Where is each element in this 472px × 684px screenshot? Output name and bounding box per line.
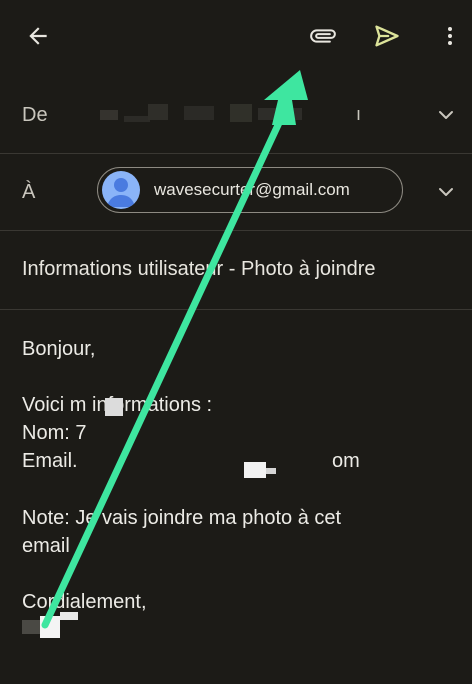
redaction-block bbox=[40, 616, 60, 638]
redaction-block bbox=[244, 462, 266, 478]
back-button[interactable] bbox=[18, 16, 58, 56]
more-vert-icon bbox=[448, 27, 452, 45]
to-label: À bbox=[22, 181, 36, 203]
redaction-block bbox=[100, 110, 118, 120]
redaction-block bbox=[266, 468, 276, 474]
body-name-line: Nom: 7 bbox=[22, 422, 87, 444]
from-address-suffix: ı bbox=[356, 104, 362, 124]
body-email-line-start: Email. bbox=[22, 450, 78, 472]
recipient-chip[interactable]: wavesecurter@gmail.com bbox=[97, 167, 403, 213]
redaction-block bbox=[105, 398, 123, 416]
from-label: De bbox=[22, 104, 48, 126]
chevron-down-icon[interactable] bbox=[434, 103, 458, 127]
person-icon bbox=[107, 178, 135, 207]
send-button[interactable] bbox=[367, 16, 407, 56]
subject-field[interactable]: Informations utilisateur - Photo à joind… bbox=[22, 258, 376, 281]
redaction-block bbox=[258, 108, 302, 120]
arrow-left-icon bbox=[29, 27, 47, 45]
more-options-button[interactable] bbox=[434, 16, 466, 56]
redaction-block bbox=[148, 104, 168, 120]
chevron-down-icon[interactable] bbox=[434, 180, 458, 204]
paperclip-icon bbox=[310, 29, 336, 43]
from-address-redacted[interactable]: ı bbox=[100, 102, 362, 130]
redaction-block bbox=[184, 106, 214, 120]
from-row: De ı bbox=[0, 76, 472, 154]
message-body[interactable]: Bonjour, Voici m informations : Nom: 7 E… bbox=[0, 310, 472, 684]
body-email-line-end: om bbox=[332, 450, 360, 472]
redaction-block bbox=[230, 104, 252, 122]
avatar bbox=[102, 171, 140, 209]
body-note-line-2: email bbox=[22, 535, 70, 557]
send-icon bbox=[375, 25, 399, 47]
body-greeting: Bonjour, bbox=[22, 338, 96, 360]
body-note-line-1: Note: Je vais joindre ma photo à cet bbox=[22, 507, 342, 529]
redaction-block bbox=[22, 620, 42, 634]
attach-button[interactable] bbox=[303, 16, 343, 56]
redaction-block bbox=[124, 116, 150, 122]
body-closing: Cordialement, bbox=[22, 591, 147, 613]
recipient-email: wavesecurter@gmail.com bbox=[154, 180, 350, 199]
redaction-block bbox=[60, 612, 78, 620]
top-app-bar bbox=[0, 0, 472, 76]
